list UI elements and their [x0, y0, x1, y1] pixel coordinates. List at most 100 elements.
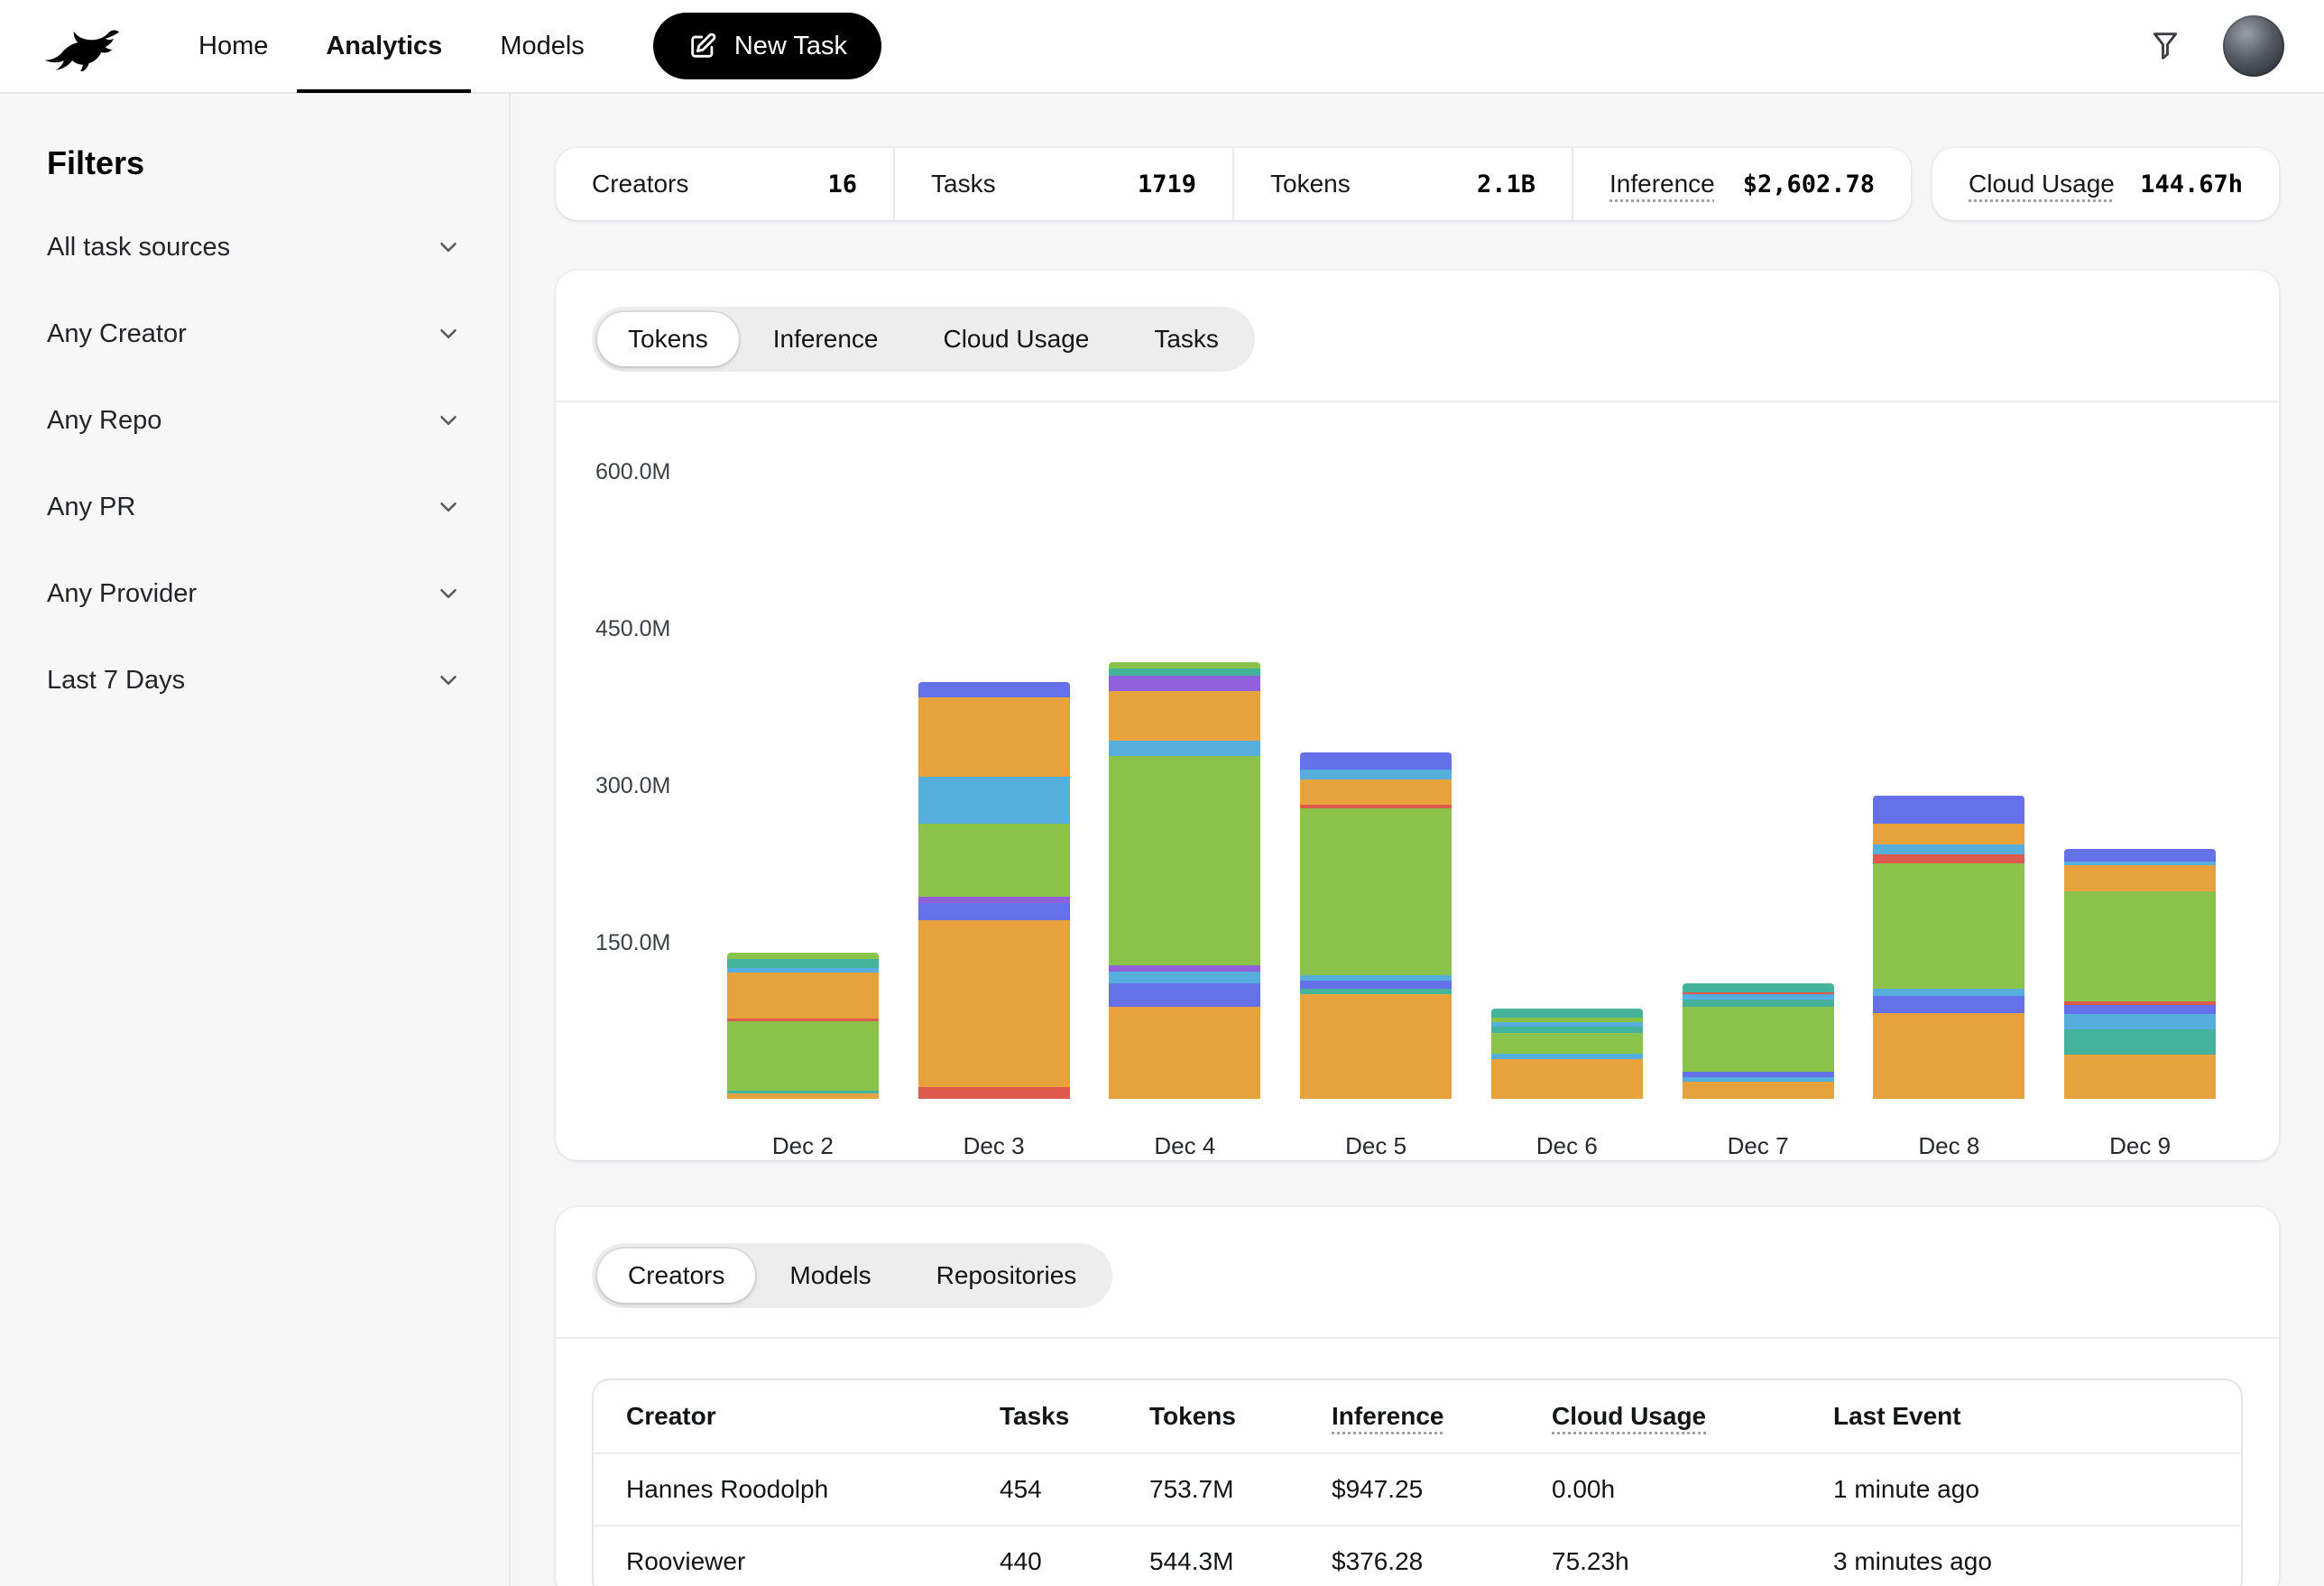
- bar-segment-teal: [1491, 1009, 1643, 1017]
- stacked-bar-dec-3[interactable]: [918, 682, 1070, 1099]
- stacked-bar-dec-4[interactable]: [1109, 662, 1260, 1099]
- filter-provider[interactable]: Any Provider: [47, 550, 462, 637]
- tab-repositories[interactable]: Repositories: [906, 1249, 1108, 1303]
- chart-tab-group: Tokens Inference Cloud Usage Tasks: [592, 307, 1255, 372]
- filter-creator[interactable]: Any Creator: [47, 290, 462, 377]
- tab-inference[interactable]: Inference: [742, 312, 909, 366]
- x-tick-label: Dec 9: [2044, 1111, 2236, 1160]
- bar-slot: [1663, 431, 1854, 1099]
- stacked-bar-dec-7[interactable]: [1683, 983, 1834, 1099]
- bar-segment-indigo: [1109, 983, 1260, 1007]
- cell-inference: $947.25: [1332, 1475, 1552, 1504]
- cell-tasks: 440: [1000, 1547, 1149, 1576]
- bar-segment-indigo: [918, 682, 1070, 696]
- filter-label: All task sources: [47, 233, 230, 263]
- chevron-down-icon: [435, 493, 462, 521]
- bar-segment-orange: [727, 973, 879, 1019]
- kangaroo-logo[interactable]: [40, 21, 123, 71]
- bar-segment-orange: [2064, 1055, 2216, 1099]
- stacked-bar-dec-8[interactable]: [1873, 796, 2024, 1099]
- stat-value: $2,602.78: [1743, 171, 1875, 198]
- cell-inference: $376.28: [1332, 1547, 1552, 1576]
- tab-creators[interactable]: Creators: [597, 1249, 755, 1303]
- bar-segment-indigo: [1300, 752, 1452, 770]
- main-navigation: Home Analytics Models: [170, 0, 613, 93]
- col-creator: Creator: [626, 1402, 1000, 1431]
- bar-segment-teal: [1109, 669, 1260, 676]
- col-tokens: Tokens: [1149, 1402, 1332, 1431]
- bar-segment-green: [1683, 1007, 1834, 1072]
- cell-tokens: 753.7M: [1149, 1475, 1332, 1504]
- col-inference[interactable]: Inference: [1332, 1402, 1552, 1431]
- tab-tokens[interactable]: Tokens: [597, 312, 739, 366]
- bar-segment-green: [1109, 756, 1260, 965]
- nav-home[interactable]: Home: [170, 0, 297, 93]
- filters-sidebar: Filters All task sources Any Creator Any…: [0, 94, 511, 1586]
- stat-tokens: Tokens 2.1B: [1232, 148, 1572, 220]
- nav-models[interactable]: Models: [471, 0, 613, 93]
- chevron-down-icon: [435, 320, 462, 347]
- stacked-bar-dec-5[interactable]: [1300, 752, 1452, 1099]
- chart-plot: [707, 431, 2236, 1099]
- y-tick-label: 300.0M: [595, 773, 670, 799]
- table-tabs-wrap: Creators Models Repositories: [556, 1207, 2279, 1337]
- bar-segment-purple: [1109, 965, 1260, 972]
- divider: [556, 401, 2279, 402]
- col-tasks: Tasks: [1000, 1402, 1149, 1431]
- filter-pr[interactable]: Any PR: [47, 464, 462, 550]
- stat-tasks: Tasks 1719: [893, 148, 1232, 220]
- cell-tokens: 544.3M: [1149, 1547, 1332, 1576]
- filter-funnel-icon[interactable]: [2147, 28, 2183, 64]
- top-navbar: Home Analytics Models New Task: [0, 0, 2324, 94]
- chevron-down-icon: [435, 667, 462, 694]
- bar-segment-orange: [1300, 994, 1452, 1099]
- stat-label-inference[interactable]: Inference: [1609, 170, 1715, 198]
- bar-segment-red: [918, 1087, 1070, 1099]
- stat-value: 1719: [1138, 171, 1196, 198]
- table-row[interactable]: Hannes Roodolph 454 753.7M $947.25 0.00h…: [594, 1452, 2241, 1525]
- cell-cloud-usage: 75.23h: [1552, 1547, 1833, 1576]
- tab-cloud-usage[interactable]: Cloud Usage: [912, 312, 1120, 366]
- filter-label: Any Provider: [47, 579, 197, 609]
- bar-segment-sky: [1873, 844, 2024, 853]
- filter-repo[interactable]: Any Repo: [47, 377, 462, 464]
- tab-models[interactable]: Models: [759, 1249, 901, 1303]
- leaderboard-card: Creators Models Repositories Creator Tas…: [556, 1207, 2279, 1586]
- x-tick-label: Dec 3: [899, 1111, 1090, 1160]
- stacked-bar-dec-9[interactable]: [2064, 849, 2216, 1099]
- y-tick-label: 600.0M: [595, 459, 670, 485]
- bar-slot: [1280, 431, 1471, 1099]
- filter-date-range[interactable]: Last 7 Days: [47, 637, 462, 724]
- stacked-bar-dec-2[interactable]: [727, 953, 879, 1099]
- bar-segment-sky: [1873, 989, 2024, 996]
- filter-task-sources[interactable]: All task sources: [47, 204, 462, 290]
- bar-segment-teal: [2064, 1029, 2216, 1055]
- nav-analytics[interactable]: Analytics: [297, 0, 471, 93]
- tab-tasks[interactable]: Tasks: [1123, 312, 1250, 366]
- cell-cloud-usage: 0.00h: [1552, 1475, 1833, 1504]
- cell-creator: Hannes Roodolph: [626, 1475, 1000, 1504]
- col-cloud-usage[interactable]: Cloud Usage: [1552, 1402, 1833, 1431]
- chevron-down-icon: [435, 234, 462, 261]
- bar-segment-orange: [1873, 1013, 2024, 1099]
- new-task-label: New Task: [734, 32, 847, 61]
- new-task-button[interactable]: New Task: [653, 13, 881, 79]
- x-tick-label: Dec 7: [1663, 1111, 1854, 1160]
- x-tick-label: Dec 4: [1090, 1111, 1281, 1160]
- table-row[interactable]: Rooviewer 440 544.3M $376.28 75.23h 3 mi…: [594, 1525, 2241, 1586]
- stat-label-cloud-usage[interactable]: Cloud Usage: [1969, 170, 2115, 198]
- bar-segment-orange: [1109, 1007, 1260, 1099]
- bar-segment-green: [2064, 891, 2216, 1001]
- navbar-right: [2147, 15, 2284, 77]
- compose-icon: [687, 31, 718, 61]
- divider: [556, 1337, 2279, 1339]
- table-tab-group: Creators Models Repositories: [592, 1243, 1112, 1308]
- stat-value: 16: [827, 171, 857, 198]
- cell-tasks: 454: [1000, 1475, 1149, 1504]
- stacked-bar-dec-6[interactable]: [1491, 1009, 1643, 1099]
- filters-title: Filters: [47, 144, 462, 182]
- bar-segment-indigo: [1873, 996, 2024, 1013]
- stat-inference: Inference $2,602.78: [1572, 148, 1911, 220]
- avatar[interactable]: [2223, 15, 2284, 77]
- bar-segment-orange: [918, 920, 1070, 1088]
